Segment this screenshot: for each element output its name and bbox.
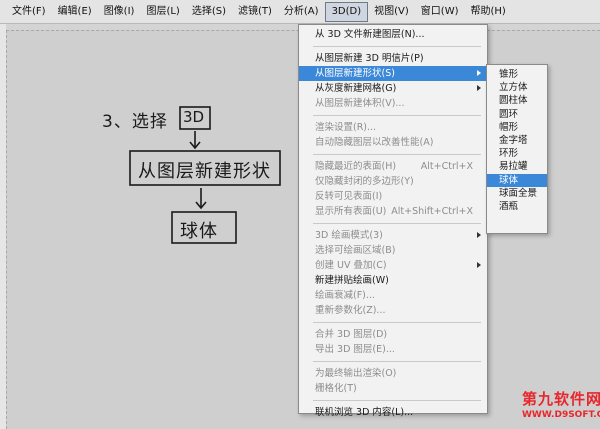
menu-item-new-3d-postcard[interactable]: 从图层新建 3D 明信片(P) bbox=[299, 51, 487, 66]
menu-image[interactable]: 图像(I) bbox=[98, 2, 141, 22]
menu-item-export-3d-layer[interactable]: 导出 3D 图层(E)... bbox=[299, 342, 487, 357]
menu-item-merge-3d-layers[interactable]: 合并 3D 图层(D) bbox=[299, 327, 487, 342]
shortcut-text: Alt+Shift+Ctrl+X bbox=[391, 206, 473, 217]
watermark-logo: 第九软件网 WWW.D9SOFT.COM bbox=[522, 388, 600, 429]
menu-separator bbox=[313, 361, 481, 362]
step-box-text: 3D bbox=[183, 108, 205, 126]
menu-item-new-shape-from-layer[interactable]: 从图层新建形状(S) bbox=[299, 66, 487, 81]
submenu-item-sphere[interactable]: 球体 bbox=[487, 173, 547, 187]
menu-item-render-settings[interactable]: 渲染设置(R)... bbox=[299, 120, 487, 135]
step-label: 3、选择 bbox=[102, 112, 168, 132]
menu-select[interactable]: 选择(S) bbox=[186, 2, 232, 22]
menu-separator bbox=[313, 322, 481, 323]
bottom-box-text: 球体 bbox=[180, 221, 218, 242]
watermark-url: WWW.D9SOFT.COM bbox=[522, 410, 600, 420]
submenu-item-soda-can[interactable]: 易拉罐 bbox=[487, 160, 547, 173]
menu-3d[interactable]: 3D(D) bbox=[324, 1, 369, 22]
submenu-arrow-icon bbox=[477, 232, 481, 238]
menu-item-new-layer-from-3d-file[interactable]: 从 3D 文件新建图层(N)... bbox=[299, 27, 487, 42]
submenu-item-wine-bottle[interactable]: 酒瓶 bbox=[487, 200, 547, 213]
menu-3d-dropdown: 从 3D 文件新建图层(N)... 从图层新建 3D 明信片(P) 从图层新建形… bbox=[298, 24, 488, 418]
menu-item-paint-falloff[interactable]: 绘画衰减(F)... bbox=[299, 288, 487, 303]
menu-item-new-volume-from-layers[interactable]: 从图层新建体积(V)... bbox=[299, 96, 487, 111]
menu-edit[interactable]: 编辑(E) bbox=[52, 2, 98, 22]
menu-layer[interactable]: 图层(L) bbox=[140, 2, 185, 22]
menu-separator bbox=[313, 154, 481, 155]
submenu-arrow-icon bbox=[477, 262, 481, 268]
menu-item-reveal-all-surfaces[interactable]: 显示所有表面(U) Alt+Shift+Ctrl+X bbox=[299, 204, 487, 219]
menu-item-render-for-final-output[interactable]: 为最终输出渲染(O) bbox=[299, 366, 487, 381]
submenu-item-pyramid[interactable]: 金字塔 bbox=[487, 134, 547, 147]
submenu-arrow-icon bbox=[477, 85, 481, 91]
submenu-item-hat[interactable]: 帽形 bbox=[487, 121, 547, 134]
menu-window[interactable]: 窗口(W) bbox=[415, 2, 465, 22]
menu-file[interactable]: 文件(F) bbox=[6, 2, 52, 22]
menu-item-select-paintable-areas[interactable]: 选择可绘画区域(B) bbox=[299, 243, 487, 258]
menu-separator bbox=[313, 223, 481, 224]
menu-bar: 文件(F) 编辑(E) 图像(I) 图层(L) 选择(S) 滤镜(T) 分析(A… bbox=[0, 0, 600, 24]
menu-separator bbox=[313, 115, 481, 116]
handwritten-flow-drawing: 3、选择 3D 从图层新建形状 球体 bbox=[88, 95, 288, 255]
menu-filter[interactable]: 滤镜(T) bbox=[232, 2, 278, 22]
submenu-item-spherical-panorama[interactable]: 球面全景 bbox=[487, 187, 547, 200]
submenu-arrow-icon bbox=[477, 70, 481, 76]
menu-view[interactable]: 视图(V) bbox=[368, 2, 415, 22]
menu-item-new-mesh-from-grayscale[interactable]: 从灰度新建网格(G) bbox=[299, 81, 487, 96]
shortcut-text: Alt+Ctrl+X bbox=[420, 161, 473, 172]
menu-item-browse-3d-content-online[interactable]: 联机浏览 3D 内容(L)... bbox=[299, 405, 487, 420]
submenu-shapes: 锥形 立方体 圆柱体 圆环 帽形 金字塔 环形 易拉罐 球体 球面全景 酒瓶 bbox=[486, 64, 548, 234]
menu-item-3d-paint-mode[interactable]: 3D 绘画模式(3) bbox=[299, 228, 487, 243]
menu-separator bbox=[313, 400, 481, 401]
menu-item-reparameterize[interactable]: 重新参数化(Z)... bbox=[299, 303, 487, 318]
menu-help[interactable]: 帮助(H) bbox=[465, 2, 512, 22]
submenu-item-donut[interactable]: 圆环 bbox=[487, 108, 547, 121]
menu-item-rasterize[interactable]: 栅格化(T) bbox=[299, 381, 487, 396]
submenu-item-ring[interactable]: 环形 bbox=[487, 147, 547, 160]
menu-item-hide-enclosed-polygons[interactable]: 仅隐藏封闭的多边形(Y) bbox=[299, 174, 487, 189]
submenu-item-cube[interactable]: 立方体 bbox=[487, 81, 547, 94]
menu-separator bbox=[313, 46, 481, 47]
watermark-title: 第九软件网 bbox=[522, 390, 600, 408]
submenu-item-cylinder[interactable]: 圆柱体 bbox=[487, 94, 547, 107]
middle-box-text: 从图层新建形状 bbox=[138, 161, 271, 182]
menu-item-hide-nearest-surface[interactable]: 隐藏最近的表面(H) Alt+Ctrl+X bbox=[299, 159, 487, 174]
menu-item-auto-hide-layers[interactable]: 自动隐藏图层以改善性能(A) bbox=[299, 135, 487, 150]
submenu-item-cone[interactable]: 锥形 bbox=[487, 68, 547, 81]
menu-item-invert-visible-surfaces[interactable]: 反转可见表面(I) bbox=[299, 189, 487, 204]
menu-analysis[interactable]: 分析(A) bbox=[278, 2, 325, 22]
menu-item-new-tiled-painting[interactable]: 新建拼贴绘画(W) bbox=[299, 273, 487, 288]
menu-item-create-uv-overlays[interactable]: 创建 UV 叠加(C) bbox=[299, 258, 487, 273]
